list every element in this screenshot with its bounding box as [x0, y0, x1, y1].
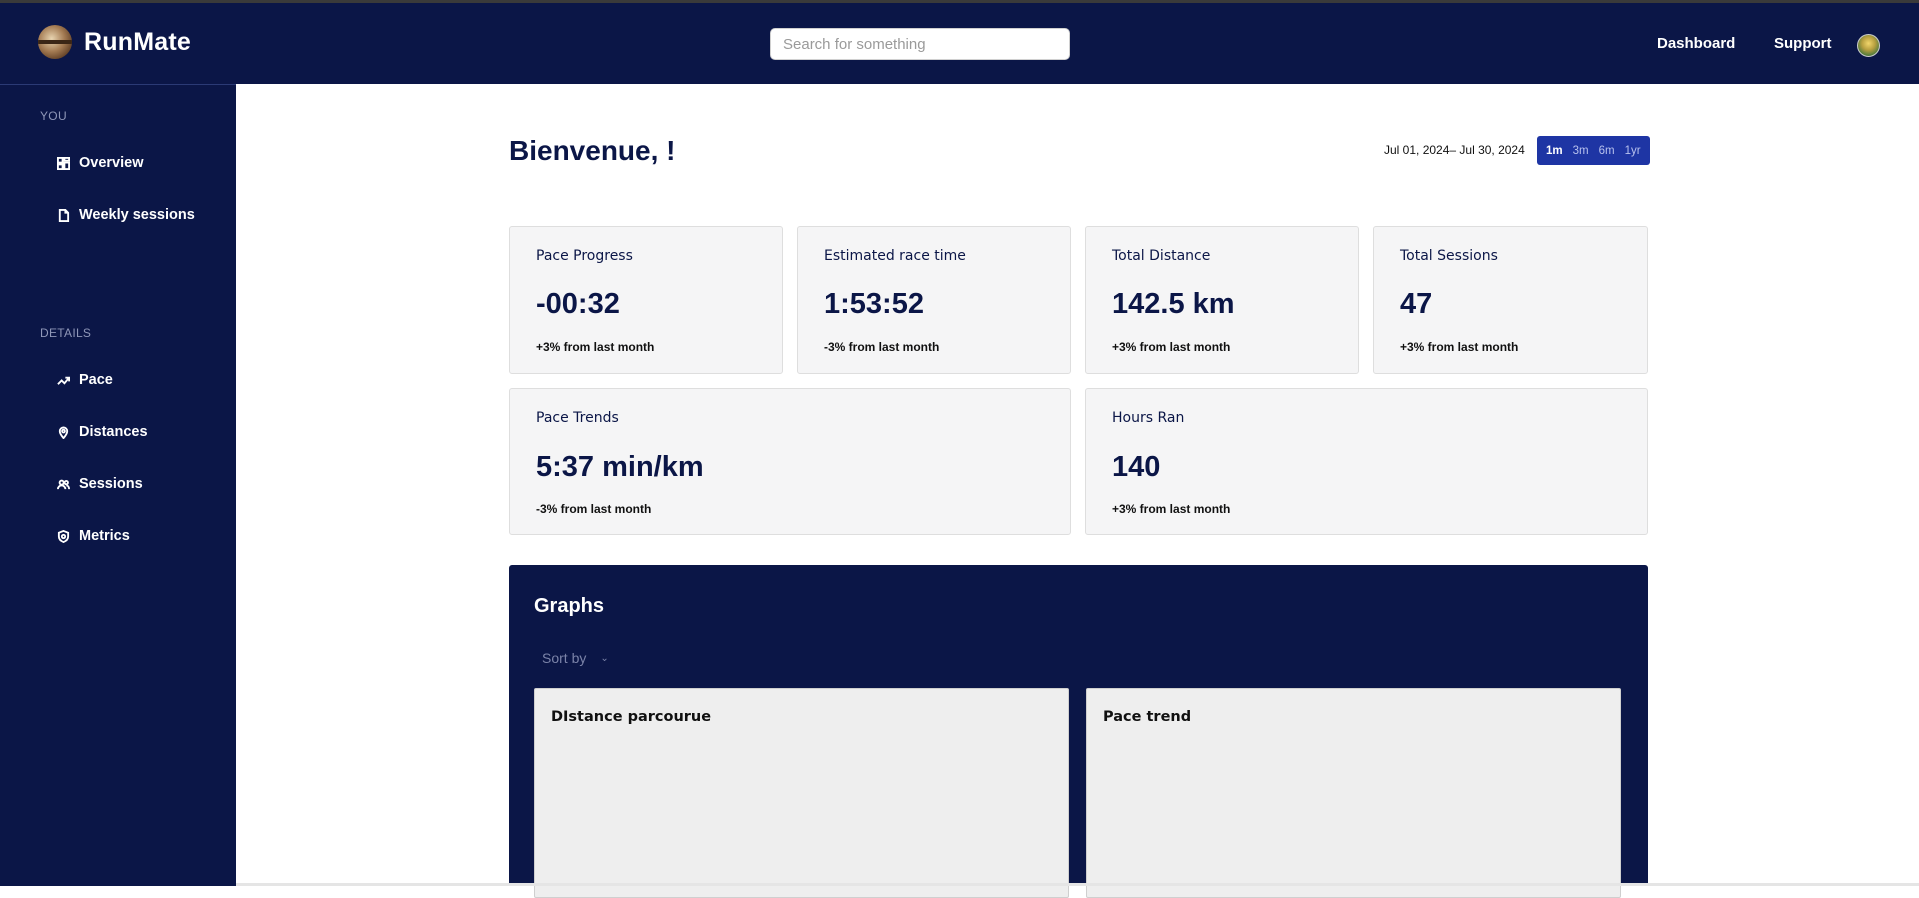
stat-card-estimated-race-time: Estimated race time 1:53:52 -3% from las…	[797, 226, 1071, 374]
grid-icon	[56, 156, 70, 170]
stat-label: Hours Ran	[1112, 410, 1185, 426]
stat-card-total-distance: Total Distance 142.5 km +3% from last mo…	[1085, 226, 1359, 374]
stat-change: +3% from last month	[536, 340, 655, 354]
sidebar-item-label: Overview	[79, 155, 144, 171]
stat-value: 142.5 km	[1112, 288, 1235, 320]
stat-label: Pace Progress	[536, 248, 633, 264]
sort-by-dropdown[interactable]: Sort by ⌄	[542, 650, 609, 666]
stat-value: 140	[1112, 451, 1161, 483]
sidebar-item-label: Weekly sessions	[79, 207, 195, 223]
stat-label: Pace Trends	[536, 410, 619, 426]
top-navbar: RunMate Dashboard Support	[0, 3, 1919, 84]
sort-by-label: Sort by	[542, 650, 587, 666]
user-avatar[interactable]	[1857, 34, 1880, 57]
graphs-title: Graphs	[534, 595, 605, 617]
stat-change: -3% from last month	[536, 502, 652, 516]
sidebar-item-weekly-sessions[interactable]: Weekly sessions	[56, 204, 195, 226]
sidebar-item-label: Sessions	[79, 476, 143, 492]
stat-value: -00:32	[536, 288, 620, 320]
location-pin-icon	[56, 425, 70, 439]
search-input[interactable]	[770, 28, 1070, 60]
nav-support-link[interactable]: Support	[1774, 35, 1832, 52]
stat-change: +3% from last month	[1112, 340, 1231, 354]
app-name: RunMate	[84, 27, 191, 56]
stat-value: 47	[1400, 288, 1433, 320]
stat-card-hours-ran: Hours Ran 140 +3% from last month	[1085, 388, 1648, 535]
sidebar-item-label: Metrics	[79, 528, 130, 544]
period-6m[interactable]: 6m	[1594, 145, 1620, 157]
stat-label: Estimated race time	[824, 248, 966, 264]
stat-card-pace-progress: Pace Progress -00:32 +3% from last month	[509, 226, 783, 374]
graph-title: DIstance parcourue	[551, 709, 712, 725]
stat-card-total-sessions: Total Sessions 47 +3% from last month	[1373, 226, 1648, 374]
period-selector: 1m 3m 6m 1yr	[1537, 136, 1650, 165]
stat-value: 5:37 min/km	[536, 451, 704, 483]
sidebar: YOU Overview Weekly sessions DETAILS Pac…	[0, 84, 236, 886]
users-icon	[56, 477, 70, 491]
document-icon	[56, 208, 70, 222]
date-range-label[interactable]: Jul 01, 2024– Jul 30, 2024	[1384, 143, 1525, 157]
graph-title: Pace trend	[1103, 709, 1192, 725]
shield-icon	[56, 529, 70, 543]
stat-change: -3% from last month	[824, 340, 940, 354]
sidebar-item-overview[interactable]: Overview	[56, 152, 144, 174]
stat-label: Total Distance	[1112, 248, 1211, 264]
period-3m[interactable]: 3m	[1568, 145, 1594, 157]
nav-dashboard-link[interactable]: Dashboard	[1657, 35, 1735, 52]
stat-value: 1:53:52	[824, 288, 924, 320]
sidebar-section-details: DETAILS	[40, 326, 92, 340]
sidebar-item-distances[interactable]: Distances	[56, 421, 148, 443]
sidebar-item-pace[interactable]: Pace	[56, 369, 113, 391]
stat-change: +3% from last month	[1400, 340, 1519, 354]
stat-label: Total Sessions	[1400, 248, 1498, 264]
period-1yr[interactable]: 1yr	[1620, 145, 1646, 157]
graph-panel-distance: DIstance parcourue	[534, 688, 1069, 898]
stat-card-pace-trends: Pace Trends 5:37 min/km -3% from last mo…	[509, 388, 1071, 535]
sidebar-item-label: Pace	[79, 372, 113, 388]
stat-change: +3% from last month	[1112, 502, 1231, 516]
period-1m[interactable]: 1m	[1541, 145, 1568, 157]
sidebar-item-label: Distances	[79, 424, 148, 440]
trend-icon	[56, 373, 70, 387]
sidebar-item-sessions[interactable]: Sessions	[56, 473, 143, 495]
sidebar-section-you: YOU	[40, 109, 67, 123]
sidebar-item-metrics[interactable]: Metrics	[56, 525, 130, 547]
graph-panel-pace-trend: Pace trend	[1086, 688, 1621, 898]
page-title: Bienvenue, !	[509, 135, 676, 166]
chevron-down-icon: ⌄	[600, 652, 609, 664]
logo-icon	[38, 25, 72, 59]
brand[interactable]: RunMate	[38, 25, 191, 59]
graphs-section: Graphs Sort by ⌄ DIstance parcourue Pace…	[509, 565, 1648, 898]
